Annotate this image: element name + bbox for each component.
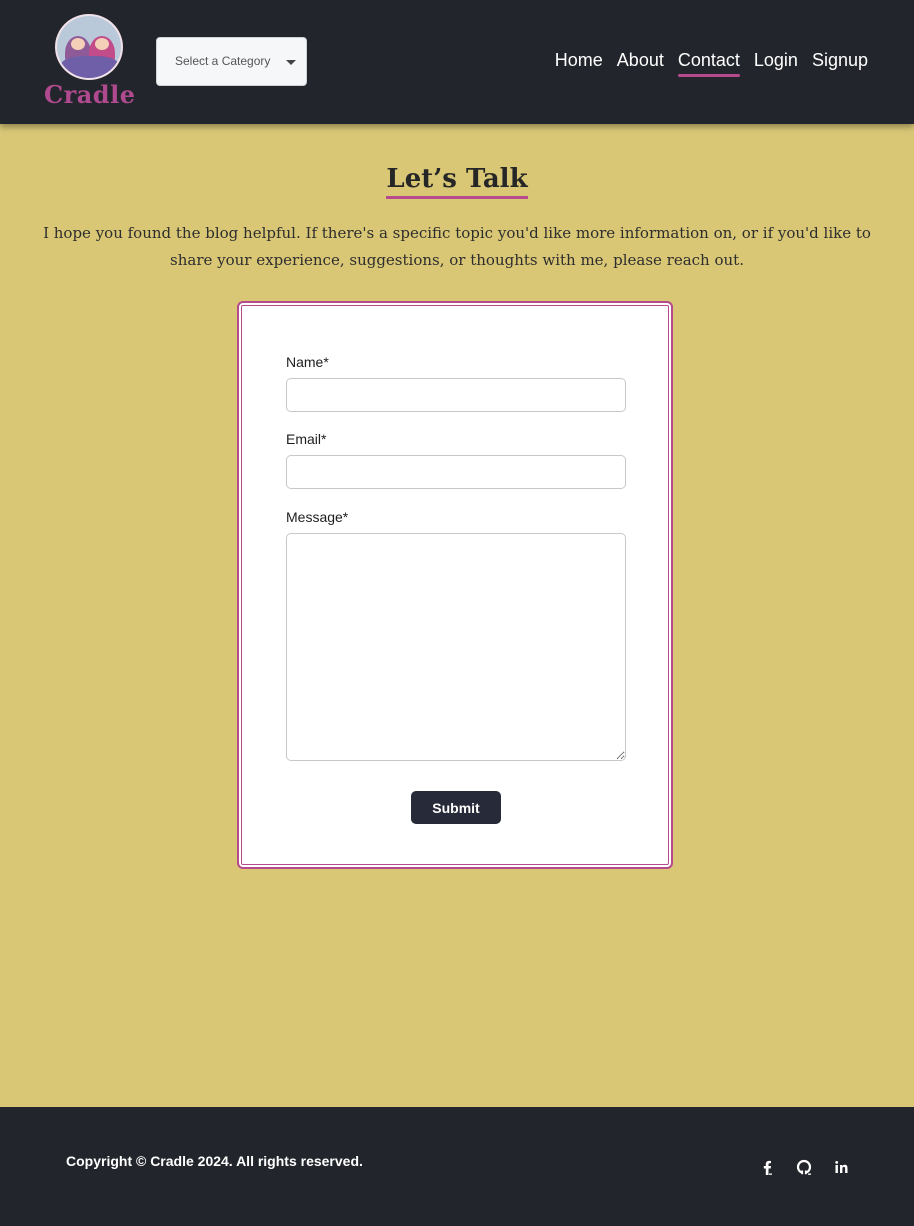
caret-down-icon: [286, 60, 296, 65]
social-links: [759, 1159, 850, 1176]
category-select-label: Select a Category: [175, 54, 271, 68]
page-title: Let’s Talk: [386, 164, 528, 199]
name-field[interactable]: [286, 378, 626, 412]
logo-link[interactable]: Cradle: [44, 12, 136, 112]
nav-link-about[interactable]: About: [617, 50, 664, 75]
contact-form: Name* Email* Message* Submit: [237, 301, 673, 869]
message-field[interactable]: [286, 533, 626, 761]
main-nav: Home About Contact Login Signup: [555, 50, 868, 77]
linkedin-icon[interactable]: [833, 1159, 850, 1176]
nav-link-home[interactable]: Home: [555, 50, 603, 75]
submit-button[interactable]: Submit: [411, 791, 501, 824]
footer: Copyright © Cradle 2024. All rights rese…: [0, 1107, 914, 1226]
email-label: Email*: [286, 431, 327, 447]
navbar: Cradle Select a Category Home About Cont…: [0, 0, 914, 124]
message-label: Message*: [286, 509, 349, 525]
intro-text: I hope you found the blog helpful. If th…: [43, 224, 871, 269]
nav-link-login[interactable]: Login: [754, 50, 798, 75]
logo-image: [55, 14, 123, 80]
github-icon[interactable]: [796, 1159, 813, 1176]
category-select[interactable]: Select a Category: [156, 37, 307, 86]
logo-text: Cradle: [44, 80, 136, 109]
email-field[interactable]: [286, 455, 626, 489]
nav-link-signup[interactable]: Signup: [812, 50, 868, 75]
name-label: Name*: [286, 354, 329, 370]
facebook-icon[interactable]: [759, 1159, 776, 1176]
copyright-text: Copyright © Cradle 2024. All rights rese…: [66, 1153, 363, 1169]
nav-link-contact[interactable]: Contact: [677, 50, 740, 77]
